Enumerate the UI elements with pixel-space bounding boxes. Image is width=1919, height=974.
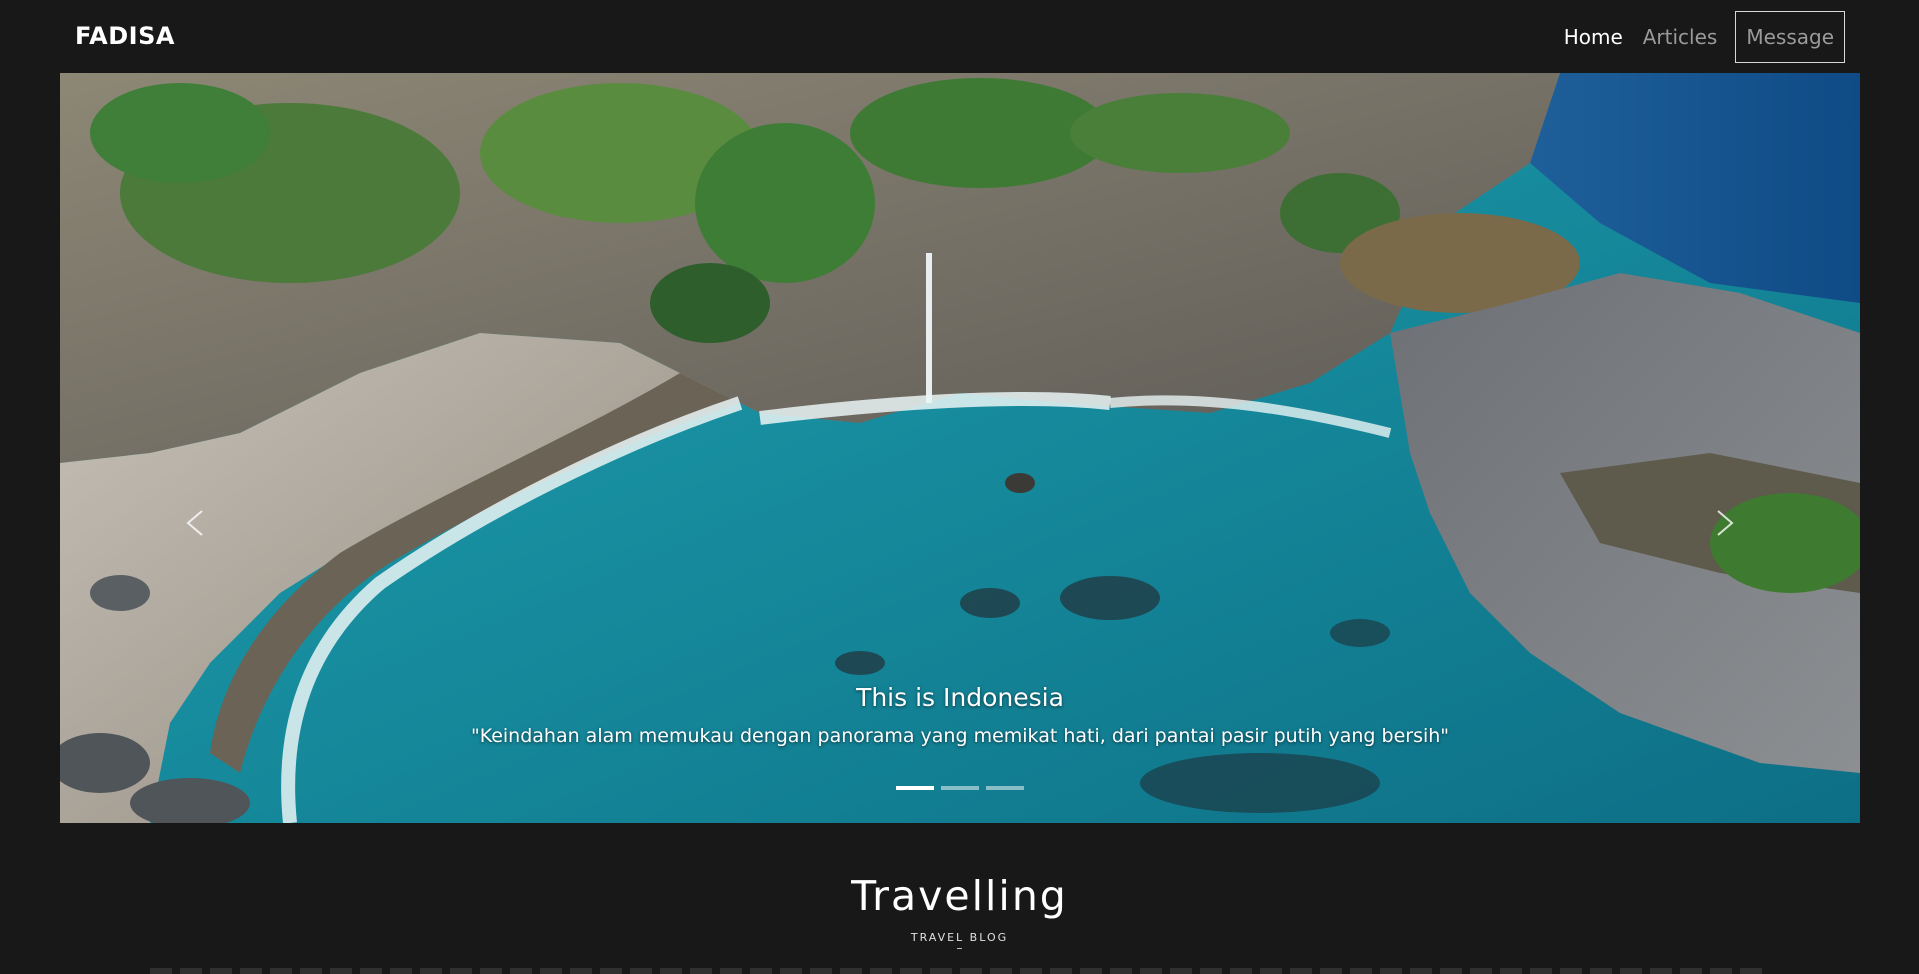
nav-links: Home Articles Message	[1554, 11, 1845, 63]
chevron-right-icon	[1717, 510, 1734, 536]
carousel-prev-button[interactable]	[180, 503, 210, 543]
section-body-text-cutoff	[150, 968, 1770, 974]
brand-logo[interactable]: FADISA	[75, 22, 175, 50]
nav-link-message[interactable]: Message	[1735, 11, 1845, 63]
carousel-indicator-2[interactable]	[941, 786, 979, 790]
section-subtitle: TRAVEL BLOG	[910, 931, 1009, 944]
carousel-indicator-3[interactable]	[986, 786, 1024, 790]
carousel-indicators	[60, 786, 1860, 790]
navbar: FADISA Home Articles Message	[0, 0, 1919, 73]
carousel-caption-title: This is Indonesia	[856, 683, 1064, 712]
carousel-next-button[interactable]	[1710, 503, 1740, 543]
section-divider	[957, 948, 962, 949]
chevron-left-icon	[186, 510, 203, 536]
carousel-caption-text: "Keindahan alam memukau dengan panorama …	[470, 725, 1450, 747]
nav-link-home[interactable]: Home	[1554, 12, 1633, 62]
hero-carousel: This is Indonesia "Keindahan alam memuka…	[60, 73, 1860, 823]
section-title: Travelling	[851, 872, 1068, 920]
nav-link-articles[interactable]: Articles	[1633, 12, 1728, 62]
carousel-indicator-1[interactable]	[896, 786, 934, 790]
